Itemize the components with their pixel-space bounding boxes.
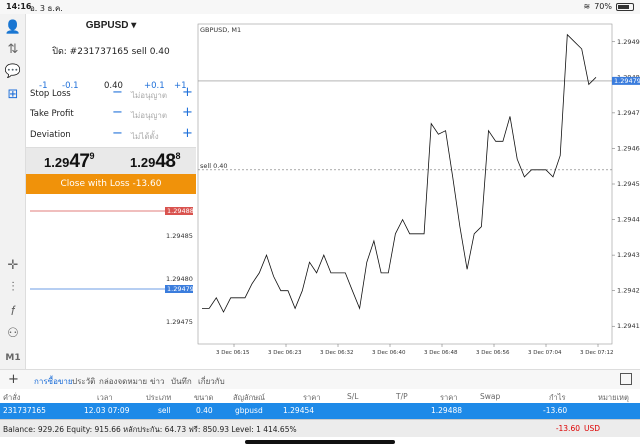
balance-text: Balance: 929.26 Equity: 915.66 หลักประกั… — [3, 425, 297, 434]
terminal-settings-icon[interactable] — [620, 373, 632, 385]
ask-price: 1.29488 — [130, 151, 181, 172]
deviation-value[interactable]: ไม่ได้ตั้ง — [131, 130, 159, 143]
table-header: คำสั่ง เวลา ประเภท ขนาด สัญลักษณ์ ราคา S… — [0, 389, 640, 403]
balance-bar: Balance: 929.26 Equity: 915.66 หลักประกั… — [0, 419, 640, 437]
stop-loss-field: Stop Loss − ไม่อนุญาต + — [30, 85, 196, 105]
trade-icon[interactable]: ⇅ — [3, 40, 23, 60]
take-profit-label: Take Profit — [30, 109, 74, 119]
quote-box: 1.29479 1.29488 — [26, 147, 196, 174]
cell-symbol: gbpusd — [235, 406, 263, 415]
tab-news[interactable]: ข่าว — [150, 375, 164, 388]
wifi-icon: ≋ — [583, 2, 591, 11]
price-line — [202, 33, 597, 313]
home-indicator — [245, 440, 395, 444]
currency: USD — [583, 424, 600, 433]
stop-loss-minus-button[interactable]: − — [112, 85, 123, 100]
x-tick-label: 3 Dec 06:23 — [268, 350, 302, 356]
stop-loss-value[interactable]: ไม่อนุญาต — [131, 89, 167, 102]
chart-type-icon[interactable]: ⫶ — [3, 278, 23, 298]
cell-open-price: 1.29454 — [283, 406, 315, 415]
order-description: ปิด: #231737165 sell 0.40 — [52, 47, 170, 57]
timeframe-icon[interactable]: M1 — [3, 348, 23, 368]
x-tick-label: 3 Dec 06:32 — [320, 350, 354, 356]
indicators-icon[interactable]: 𝑓 — [3, 302, 23, 322]
y-tick-label: 1.29410 — [617, 322, 640, 330]
new-order-icon[interactable]: ⊞ — [3, 85, 23, 105]
y-tick-label: 1.29470 — [617, 109, 640, 117]
deviation-field: Deviation − ไม่ได้ตั้ง + — [30, 126, 196, 146]
sell-level-label: sell 0.40 — [200, 162, 228, 170]
deviation-minus-button[interactable]: − — [112, 126, 123, 141]
deviation-label: Deviation — [30, 130, 71, 140]
left-y-tick-label: 1.29485 — [166, 232, 193, 240]
x-tick-label: 3 Dec 07:12 — [580, 350, 614, 356]
stop-loss-label: Stop Loss — [30, 89, 71, 99]
total-profit: -13.60 — [555, 424, 580, 433]
left-toolbar: 👤 ⇅ 💬 ⊞ ✛ ⫶ 𝑓 ⚇ M1 — [0, 14, 26, 369]
current-price-label: 1.29479 — [614, 77, 640, 85]
table-row[interactable]: 231737165 12.03 07:09 sell 0.40 gbpusd 1… — [0, 403, 640, 419]
left-y-tick-label: 1.29475 — [166, 318, 193, 326]
deviation-plus-button[interactable]: + — [182, 126, 193, 141]
col-sl: S/L — [347, 392, 359, 401]
x-tick-label: 3 Dec 06:40 — [372, 350, 406, 356]
tab-trade[interactable]: การซื้อขาย — [34, 375, 73, 393]
take-profit-minus-button[interactable]: − — [112, 105, 123, 120]
cell-order: 231737165 — [3, 406, 46, 415]
add-icon[interactable]: + — [8, 372, 19, 387]
stop-loss-plus-button[interactable]: + — [182, 85, 193, 100]
y-tick-label: 1.29440 — [617, 216, 640, 224]
cell-size: 0.40 — [196, 406, 213, 415]
bid-price: 1.29479 — [44, 151, 95, 172]
accounts-icon[interactable]: 👤 — [3, 18, 23, 38]
cell-type: sell — [158, 406, 171, 415]
y-tick-label: 1.29490 — [617, 38, 640, 46]
tab-mailbox[interactable]: กล่องจดหมาย — [99, 375, 147, 388]
chat-icon[interactable]: 💬 — [3, 62, 23, 82]
chart-title: GBPUSD, M1 — [200, 26, 241, 34]
y-tick-label: 1.29430 — [617, 251, 640, 259]
tab-journal[interactable]: บันทึก — [171, 375, 192, 388]
objects-icon[interactable]: ⚇ — [3, 324, 23, 344]
symbol-selector[interactable]: GBPUSD ▾ — [26, 20, 196, 31]
col-tp: T/P — [396, 392, 408, 401]
x-tick-label: 3 Dec 06:48 — [424, 350, 458, 356]
order-panel: GBPUSD ▾ ปิด: #231737165 sell 0.40 -1 -0… — [26, 14, 196, 196]
x-tick-label: 3 Dec 06:56 — [476, 350, 510, 356]
left-level-label: 1.29488 — [167, 207, 194, 215]
cell-time: 12.03 07:09 — [84, 406, 130, 415]
take-profit-plus-button[interactable]: + — [182, 105, 193, 120]
chart-frame — [197, 23, 613, 345]
cell-price: 1.29488 — [431, 406, 463, 415]
x-tick-label: 3 Dec 07:04 — [528, 350, 562, 356]
crosshair-icon[interactable]: ✛ — [3, 256, 23, 276]
col-swap: Swap — [480, 392, 501, 401]
left-level-label: 1.29479 — [167, 285, 194, 293]
take-profit-field: Take Profit − ไม่อนุญาต + — [30, 105, 196, 125]
y-tick-label: 1.29460 — [617, 144, 640, 152]
tab-about[interactable]: เกี่ยวกับ — [198, 375, 225, 388]
cell-profit: -13.60 — [543, 406, 568, 415]
status-bar: 14:16 อ. 3 ธ.ค. ≋ 70% — [0, 0, 640, 14]
terminal-tabs: + การซื้อขาย ประวัติ กล่องจดหมาย ข่าว บั… — [0, 369, 640, 393]
take-profit-value[interactable]: ไม่อนุญาต — [131, 109, 167, 122]
tab-history[interactable]: ประวัติ — [72, 375, 95, 388]
close-with-loss-button[interactable]: Close with Loss -13.60 — [26, 174, 196, 194]
x-tick-label: 3 Dec 06:15 — [216, 350, 250, 356]
battery-percent: 70% — [594, 2, 612, 11]
y-tick-label: 1.29420 — [617, 287, 640, 295]
left-y-tick-label: 1.29480 — [166, 275, 193, 283]
battery-icon — [616, 2, 634, 11]
status-time: 14:16 — [6, 2, 32, 11]
y-tick-label: 1.29450 — [617, 180, 640, 188]
